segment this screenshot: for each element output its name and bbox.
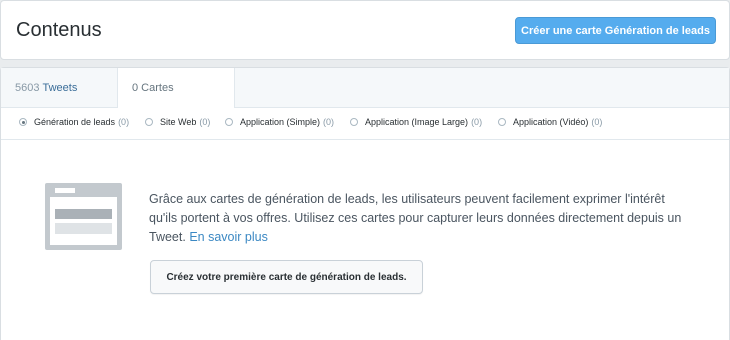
filter-app-video[interactable]: Application (Vidéo) (0) [498,117,602,127]
illustration-light-bar [55,223,112,234]
header-card: Contenus Créer une carte Génération de l… [0,0,730,60]
filter-count: (0) [118,117,130,127]
filter-label: Application (Simple) [240,117,321,127]
filter-label: Application (Vidéo) [513,117,589,127]
filter-lead-generation[interactable]: Génération de leads (0) [19,117,129,127]
tab-bar: 5603 Tweets 0 Cartes [1,68,729,108]
filter-count: (0) [591,117,603,127]
create-first-card-button[interactable]: Créez votre première carte de génération… [150,260,423,294]
page-title: Contenus [16,19,102,41]
filter-count: (0) [323,117,335,127]
illustration-dark-bar [55,209,112,219]
radio-selected-icon[interactable] [19,118,27,126]
tab-tweets[interactable]: 5603 Tweets [1,68,117,107]
lead-card-illustration-icon [45,183,122,250]
radio-icon[interactable] [145,118,153,126]
content-panel: 5603 Tweets 0 Cartes Génération de leads… [0,67,730,340]
filter-website[interactable]: Site Web (0) [145,117,210,127]
radio-icon[interactable] [498,118,506,126]
learn-more-link[interactable]: En savoir plus [189,230,268,244]
filter-label: Génération de leads [34,117,116,127]
filter-app-image-large[interactable]: Application (Image Large) (0) [350,117,482,127]
filter-count: (0) [471,117,483,127]
filter-app-simple[interactable]: Application (Simple) (0) [225,117,334,127]
tab-cards[interactable]: 0 Cartes [117,68,235,108]
tab-tweets-label: Tweets [42,81,78,94]
radio-icon[interactable] [225,118,233,126]
card-type-filters: Génération de leads (0) Site Web (0) App… [1,108,729,140]
filter-label: Site Web [160,117,197,127]
create-lead-card-button[interactable]: Créer une carte Génération de leads [515,17,716,44]
tab-tweets-count: 5603 [15,81,40,94]
empty-state-description: Grâce aux cartes de génération de leads,… [149,190,689,247]
illustration-header-bar [55,188,75,193]
illustration-body [50,197,117,245]
filter-count: (0) [199,117,211,127]
radio-icon[interactable] [350,118,358,126]
filter-label: Application (Image Large) [365,117,469,127]
